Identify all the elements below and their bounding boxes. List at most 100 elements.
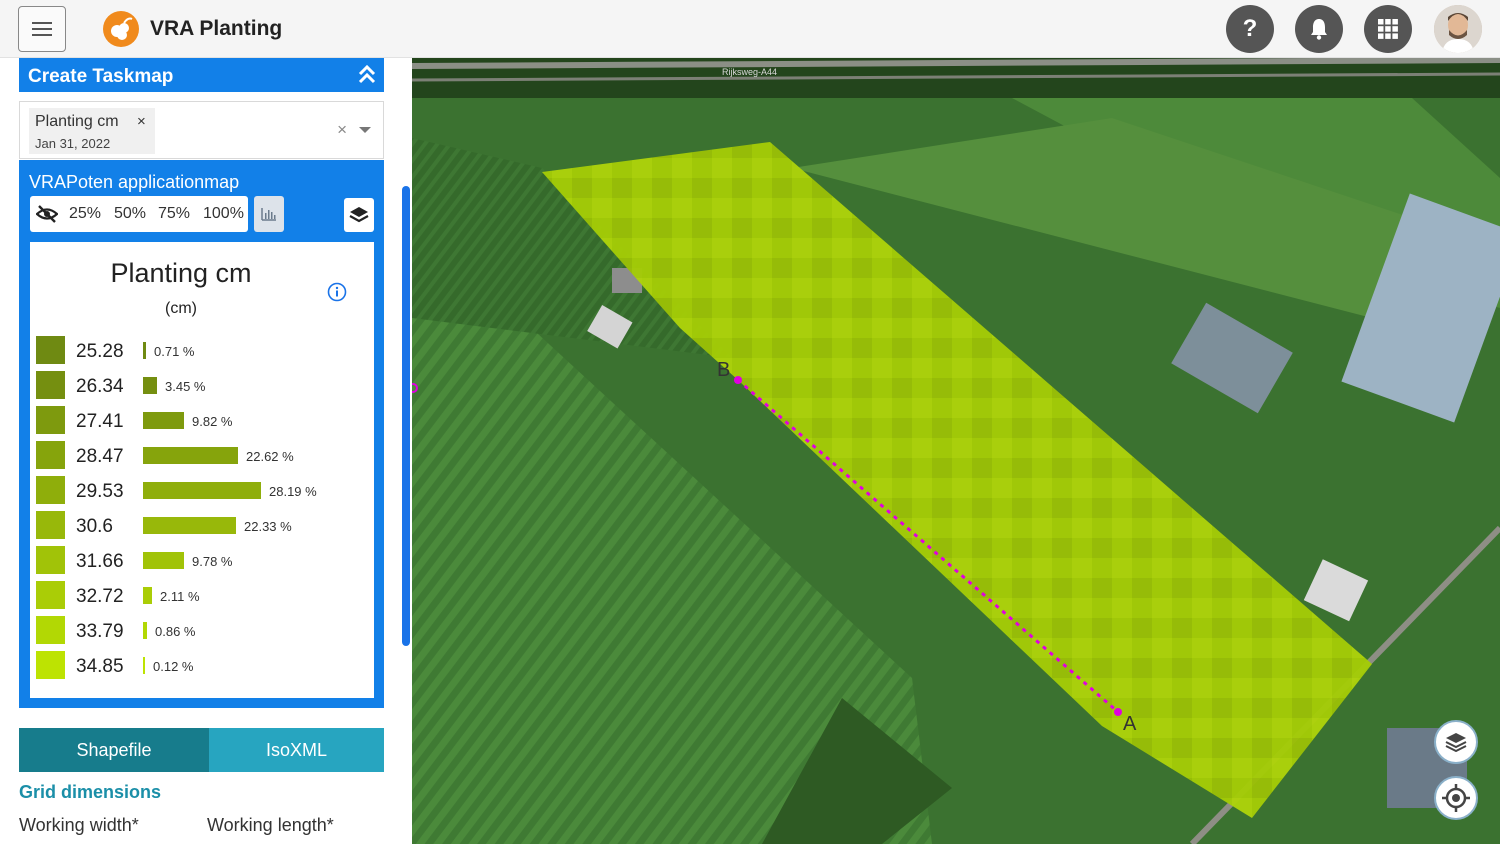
legend-value: 31.66 [76, 551, 124, 572]
histogram-button[interactable] [254, 196, 284, 232]
legend-row: 28.47 22.62 % [30, 441, 374, 476]
legend-percent: 0.86 % [155, 624, 196, 639]
road-label: Rijksweg-A44 [722, 67, 777, 77]
opacity-toolbar: 25% 50% 75% 100% [30, 196, 248, 232]
legend-bar [143, 657, 145, 674]
legend-row: 29.53 28.19 % [30, 476, 374, 511]
create-taskmap-header[interactable]: Create Taskmap [19, 58, 384, 92]
legend-row: 32.72 2.11 % [30, 581, 374, 616]
legend-row: 34.85 0.12 % [30, 651, 374, 686]
legend-bar [143, 377, 157, 394]
chip-date: Jan 31, 2022 [35, 136, 111, 151]
sidebar: Create Taskmap Planting cm × Jan 31, 202… [0, 58, 412, 844]
legend-swatch [36, 616, 65, 644]
legend-row: 27.41 9.82 % [30, 406, 374, 441]
notifications-button[interactable] [1295, 5, 1343, 53]
hide-layer-icon[interactable] [36, 205, 58, 223]
legend-swatch [36, 546, 65, 574]
legend-row: 31.66 9.78 % [30, 546, 374, 581]
map-select[interactable]: Planting cm × Jan 31, 2022 × [19, 101, 384, 159]
working-length-label: Working length* [207, 815, 334, 835]
legend-row: 26.34 3.45 % [30, 371, 374, 406]
map-layers-button[interactable] [1434, 720, 1478, 764]
legend-title: Planting cm [110, 258, 252, 288]
grid-dimensions-heading: Grid dimensions [19, 782, 162, 802]
vra-application-panel: VRAPoten applicationmap 25% 50% 75% 100% [19, 160, 384, 708]
legend-bar [143, 552, 184, 569]
legend-value: 27.41 [76, 411, 124, 432]
legend-row: 33.79 0.86 % [30, 616, 374, 651]
menu-icon [32, 22, 52, 36]
legend-percent: 9.82 % [192, 414, 233, 429]
layers-icon [1445, 733, 1467, 752]
panel-title: VRAPoten applicationmap [29, 172, 240, 192]
user-avatar[interactable] [1434, 5, 1482, 53]
legend-percent: 9.78 % [192, 554, 233, 569]
menu-button[interactable] [18, 6, 66, 52]
legend-swatch [36, 406, 65, 434]
legend-bar [143, 622, 147, 639]
selected-map-chip: Planting cm × Jan 31, 2022 [29, 108, 155, 154]
satellite-map: Rijksweg-A44 B A [412, 58, 1500, 844]
logo-icon [103, 11, 139, 47]
legend-value: 29.53 [76, 481, 124, 502]
legend-value: 32.72 [76, 586, 124, 607]
legend-percent: 28.19 % [269, 484, 317, 499]
opacity-25-button[interactable]: 25% [69, 205, 101, 223]
bell-icon [1311, 19, 1327, 40]
opacity-100-button[interactable]: 100% [203, 205, 244, 223]
apps-button[interactable] [1364, 5, 1412, 53]
sidebar-scrollbar[interactable] [402, 186, 410, 646]
locate-button[interactable] [1434, 776, 1478, 820]
working-width-label: Working width* [19, 815, 139, 835]
legend-value: 25.28 [76, 341, 124, 362]
point-b-label: B [717, 359, 730, 381]
layers-icon [349, 207, 369, 223]
info-icon[interactable] [327, 282, 347, 302]
legend-row: 30.6 22.33 % [30, 511, 374, 546]
help-button[interactable]: ? [1226, 5, 1274, 53]
layer-settings-button[interactable] [344, 198, 374, 232]
legend-swatch [36, 371, 65, 399]
help-icon: ? [1242, 15, 1258, 42]
legend-swatch [36, 511, 65, 539]
legend-value: 33.79 [76, 621, 124, 642]
legend-percent: 3.45 % [165, 379, 206, 394]
collapse-chevron-icon[interactable] [358, 64, 376, 84]
legend-swatch [36, 441, 65, 469]
legend-percent: 2.11 % [160, 589, 200, 604]
legend-percent: 22.33 % [244, 519, 292, 534]
legend-swatch [36, 581, 65, 609]
legend-bar [143, 587, 152, 604]
chevron-down-icon[interactable] [359, 127, 371, 133]
legend-value: 26.34 [76, 376, 124, 397]
histogram-icon [261, 208, 276, 221]
tab-isoxml[interactable]: IsoXML [209, 728, 384, 772]
clear-selection-icon[interactable]: × [337, 120, 347, 140]
legend-row: 25.28 0.71 % [30, 336, 374, 371]
chip-label: Planting cm [35, 113, 119, 130]
legend-percent: 0.71 % [154, 344, 195, 359]
apps-grid-icon [1378, 19, 1398, 39]
section-title: Create Taskmap [28, 66, 174, 87]
legend-value: 34.85 [76, 656, 124, 677]
map-view[interactable]: Rijksweg-A44 B A [412, 58, 1500, 844]
legend-percent: 22.62 % [246, 449, 294, 464]
legend-bar [143, 342, 146, 359]
tab-shapefile[interactable]: Shapefile [19, 728, 209, 772]
top-bar: VRA Planting ? [0, 0, 1500, 58]
legend-value: 30.6 [76, 516, 113, 537]
legend-bar [143, 517, 236, 534]
legend-value: 28.47 [76, 446, 124, 467]
export-tabs: Shapefile IsoXML [19, 728, 384, 772]
app-title: VRA Planting [150, 17, 283, 40]
chip-remove-icon[interactable]: × [137, 113, 146, 130]
legend-unit: (cm) [165, 300, 197, 317]
opacity-50-button[interactable]: 50% [114, 205, 146, 223]
legend-swatch [36, 476, 65, 504]
opacity-75-button[interactable]: 75% [158, 205, 190, 223]
legend-bar [143, 447, 238, 464]
legend-card: Planting cm (cm) 25.28 0.71 % 26.34 3.45 % 2… [30, 242, 374, 698]
point-a-label: A [1123, 713, 1137, 735]
legend-swatch [36, 336, 65, 364]
